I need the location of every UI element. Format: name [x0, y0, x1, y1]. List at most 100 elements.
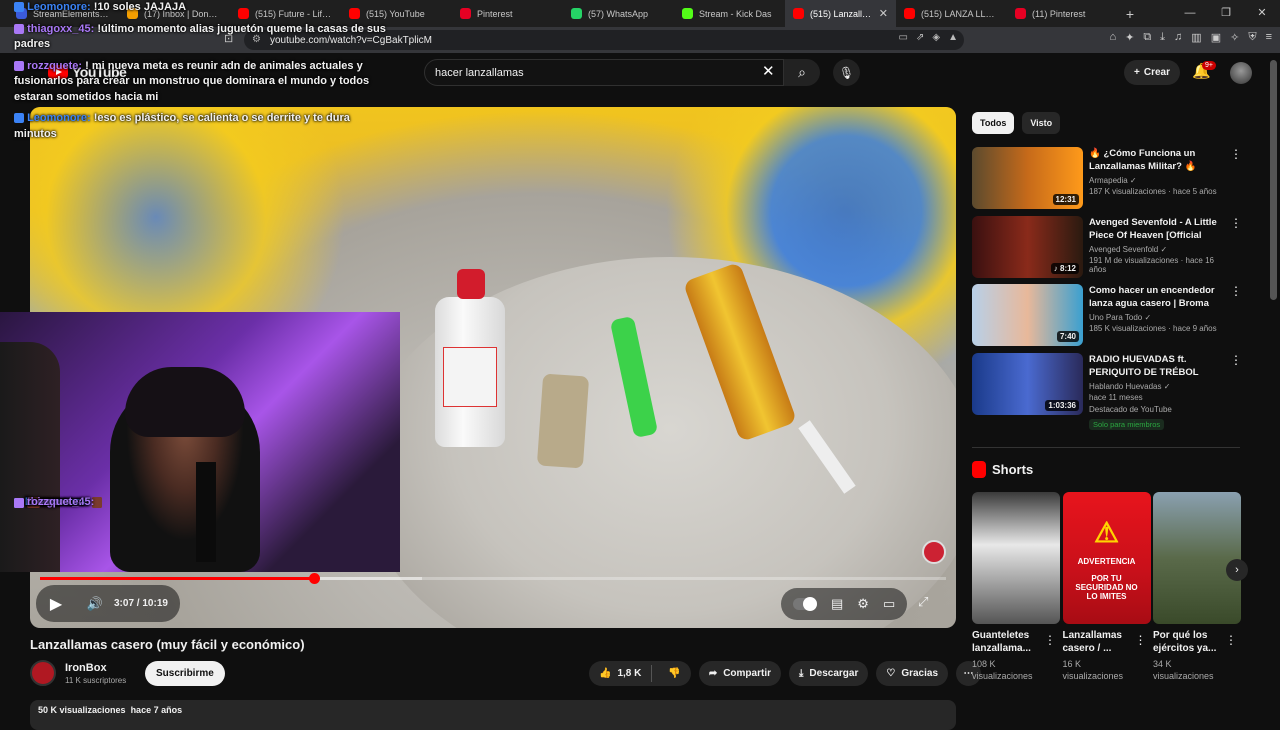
- short-title[interactable]: Guanteletes lanzallama...: [972, 629, 1046, 655]
- scrubber-knob[interactable]: [308, 573, 320, 584]
- sidebar-icon[interactable]: ▥: [1191, 31, 1201, 44]
- media-icon[interactable]: ♫: [1174, 31, 1182, 44]
- shorts-title: Shorts: [992, 462, 1034, 477]
- browser-tab[interactable]: (515) LANZA LLAMA: [896, 0, 1007, 27]
- like-button[interactable]: 👍 1,8 K: [589, 665, 653, 682]
- rewards-icon[interactable]: ▲: [948, 32, 958, 43]
- short-title[interactable]: Por qué los ejércitos ya...: [1153, 629, 1227, 655]
- video-thumbnail[interactable]: ♪ 8:12: [972, 215, 1083, 278]
- channel-watermark[interactable]: [922, 540, 946, 564]
- create-button[interactable]: + Crear: [1124, 60, 1180, 85]
- video-info: Avenged Sevenfold - A Little Piece Of He…: [1089, 216, 1227, 274]
- minimize-icon[interactable]: —: [1172, 0, 1208, 27]
- extension-icon[interactable]: ✦: [1125, 31, 1134, 44]
- theater-mode-icon[interactable]: ▭: [883, 596, 895, 612]
- upload-age: hace 7 años: [130, 705, 183, 715]
- short-thumbnail[interactable]: [972, 492, 1060, 624]
- translate-icon[interactable]: ⌂: [1109, 31, 1116, 44]
- voice-search-button[interactable]: 🎙: [833, 59, 860, 86]
- short-thumbnail[interactable]: [1153, 492, 1241, 624]
- filter-chip[interactable]: Visto: [1022, 112, 1061, 134]
- browser-tab[interactable]: (57) WhatsApp: [563, 0, 674, 27]
- thanks-button[interactable]: ♡ Gracias: [876, 661, 949, 686]
- new-tab-icon[interactable]: +: [1118, 6, 1142, 22]
- recommended-channel[interactable]: Hablando Huevadas ✓: [1089, 382, 1227, 391]
- autoplay-toggle[interactable]: [793, 597, 817, 611]
- video-thumbnail[interactable]: 7:40: [972, 284, 1083, 346]
- video-thumbnail[interactable]: 1:03:36: [972, 352, 1083, 415]
- recommended-title[interactable]: 🔥 ¿Cómo Funciona un Lanzallamas Militar?…: [1089, 147, 1227, 173]
- more-options-icon[interactable]: ⋮: [1230, 147, 1242, 161]
- search-button[interactable]: ⌕: [784, 59, 820, 86]
- short-more-options-icon[interactable]: ⋮: [1135, 633, 1147, 647]
- recommended-meta: 185 K visualizaciones · hace 9 años: [1089, 324, 1217, 333]
- short-title[interactable]: Lanzallamas casero / ...: [1063, 629, 1137, 655]
- recommended-title[interactable]: Como hacer un encendedor lanza agua case…: [1089, 284, 1227, 310]
- browser-tab[interactable]: (11) Pinterest: [1007, 0, 1118, 27]
- channel-name[interactable]: IronBox: [65, 662, 107, 674]
- subscribe-button[interactable]: Suscribirme: [145, 661, 225, 686]
- more-options-icon[interactable]: ⋮: [1230, 284, 1242, 298]
- tab-title: (515) Lanzallama: [810, 8, 873, 19]
- short-thumbnail[interactable]: ⚠ ADVERTENCIA POR TU SEGURIDAD NO LO IMITE…: [1062, 492, 1151, 624]
- recommended-channel[interactable]: Uno Para Todo ✓: [1089, 313, 1227, 322]
- recommended-video[interactable]: 1:03:36 RADIO HUEVADAS ft. PERIQUITO DE T…: [972, 352, 1242, 430]
- recommended-video[interactable]: 7:40 Como hacer un encendedor lanza agua …: [972, 284, 1242, 346]
- filter-chip[interactable]: Todos: [972, 112, 1015, 134]
- cast-icon[interactable]: ▭: [899, 32, 908, 43]
- wallet-icon[interactable]: ▣: [1211, 31, 1221, 44]
- share-page-icon[interactable]: ⇗: [916, 32, 924, 43]
- short-item[interactable]: ⚠ ADVERTENCIA POR TU SEGURIDAD NO LO IMITE…: [1062, 492, 1151, 682]
- shorts-next-arrow-icon[interactable]: ›: [1226, 559, 1248, 581]
- short-more-options-icon[interactable]: ⋮: [1044, 633, 1056, 647]
- streamer-hair: [125, 367, 245, 437]
- recommended-video[interactable]: 12:31 🔥 ¿Cómo Funciona un Lanzallamas Mil…: [972, 147, 1242, 209]
- tab-title: (57) WhatsApp: [588, 8, 649, 19]
- search-query: hacer lanzallamas: [435, 66, 524, 79]
- video-title: Lanzallamas casero (muy fácil y económic…: [30, 637, 305, 652]
- download-icon[interactable]: ⤓: [1160, 31, 1165, 44]
- fullscreen-icon[interactable]: ⤢: [918, 594, 928, 610]
- vpn-icon[interactable]: ⛨: [1248, 31, 1256, 44]
- download-button[interactable]: ⤓ Descargar: [789, 661, 869, 686]
- browser-tab[interactable]: Stream - Kick Das: [674, 0, 785, 27]
- menu-icon[interactable]: ≡: [1266, 31, 1272, 44]
- browser-tab[interactable]: (515) Lanzallama ✕: [785, 0, 896, 27]
- recommended-title[interactable]: Avenged Sevenfold - A Little Piece Of He…: [1089, 216, 1227, 242]
- restore-icon[interactable]: ❐: [1208, 0, 1244, 27]
- recommended-video[interactable]: ♪ 8:12 Avenged Sevenfold - A Little Piece…: [972, 215, 1242, 278]
- brave-shield-icon[interactable]: ◈: [932, 32, 940, 43]
- more-options-icon[interactable]: ⋮: [1230, 353, 1242, 367]
- close-window-icon[interactable]: ✕: [1244, 0, 1280, 27]
- chat-message: Leomonore: !10 soles JAJAJA: [14, 0, 394, 16]
- puzzle-icon[interactable]: ⧉: [1143, 31, 1151, 44]
- play-button[interactable]: ▶: [36, 585, 76, 622]
- description-box[interactable]: 50 K visualizaciones hace 7 años: [30, 700, 956, 730]
- short-more-options-icon[interactable]: ⋮: [1225, 633, 1237, 647]
- share-button[interactable]: ➦ Compartir: [698, 661, 781, 686]
- channel-avatar[interactable]: [30, 660, 56, 686]
- volume-icon[interactable]: 🔊: [80, 585, 110, 622]
- download-arrow-icon: ⤓: [799, 668, 804, 679]
- leo-icon[interactable]: ✧: [1230, 31, 1239, 44]
- browser-tab[interactable]: Pinterest: [452, 0, 563, 27]
- progress-bar[interactable]: [40, 573, 946, 584]
- dislike-button[interactable]: 👎: [658, 668, 690, 679]
- window-controls: — ❐ ✕: [1172, 0, 1280, 27]
- short-item[interactable]: Por qué los ejércitos ya... 34 K visualiz…: [1153, 492, 1241, 682]
- tab-close-icon[interactable]: ✕: [879, 7, 888, 20]
- subtitles-icon[interactable]: ▤: [831, 596, 843, 612]
- page-scrollbar[interactable]: [1270, 60, 1277, 300]
- settings-gear-icon[interactable]: ⚙: [857, 596, 869, 612]
- video-info: 🔥 ¿Cómo Funciona un Lanzallamas Militar?…: [1089, 147, 1227, 196]
- user-avatar[interactable]: [1230, 62, 1252, 84]
- recommended-channel[interactable]: Armapedia ✓: [1089, 176, 1227, 185]
- clear-search-icon[interactable]: ✕: [762, 62, 775, 80]
- plus-icon: +: [1134, 67, 1140, 78]
- short-item[interactable]: Guanteletes lanzallama... 108 K visualiza…: [972, 492, 1060, 682]
- more-options-icon[interactable]: ⋮: [1230, 216, 1242, 230]
- recommended-title[interactable]: RADIO HUEVADAS ft. PERIQUITO DE TRÉBOL C…: [1089, 353, 1227, 379]
- video-thumbnail[interactable]: 12:31: [972, 147, 1083, 209]
- recommended-channel[interactable]: Avenged Sevenfold ✓: [1089, 245, 1227, 254]
- search-input[interactable]: hacer lanzallamas: [424, 59, 784, 86]
